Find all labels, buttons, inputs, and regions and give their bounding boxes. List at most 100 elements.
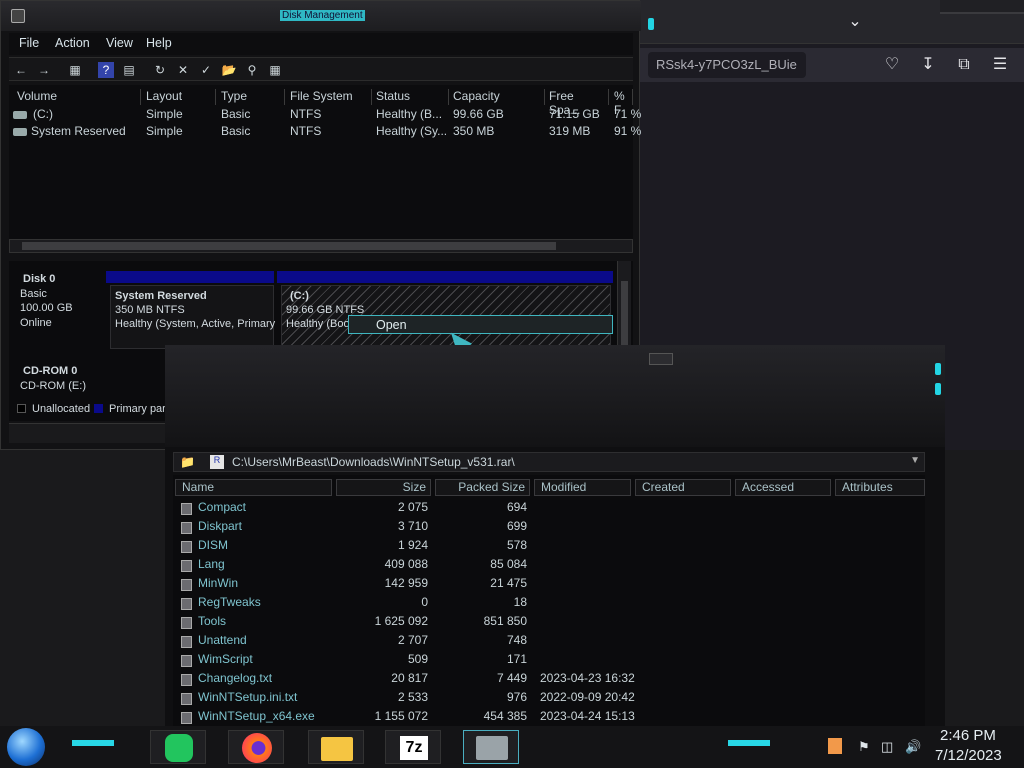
disk0-state: Online (20, 317, 52, 329)
chevron-down-icon[interactable]: ⌄ (845, 12, 865, 32)
file-row[interactable]: Unattend 2 707 748 (173, 633, 925, 652)
cyan-accent (728, 740, 770, 746)
taskbar-firefox[interactable] (228, 730, 284, 764)
taskbar-explorer[interactable] (308, 730, 364, 764)
toolbar: ← → ▦ ? ▤ ↻ ✕ ✓ 📂 ⚲ ▦ (9, 57, 633, 81)
file-row[interactable]: Tools 1 625 092 851 850 (173, 614, 925, 633)
volume-type: Basic (221, 107, 251, 121)
scrollbar-thumb[interactable] (621, 281, 628, 346)
clock-date[interactable]: 7/12/2023 (935, 747, 1002, 764)
extensions-icon[interactable]: ⧉ (954, 55, 974, 75)
drive-icon (13, 111, 27, 119)
taskbar-notes-app[interactable] (150, 730, 206, 764)
volume-free: 71.15 GB (549, 107, 600, 121)
folder-up-icon[interactable]: 📁 (180, 455, 195, 469)
file-row[interactable]: Diskpart 3 710 699 (173, 519, 925, 538)
col-filesystem[interactable]: File System (286, 89, 372, 105)
address-bar[interactable]: 📁 R C:\Users\MrBeast\Downloads\WinNTSetu… (173, 452, 925, 472)
file-size: 2 075 (397, 500, 428, 514)
file-row[interactable]: Changelog.txt 20 817 7 449 2023-04-23 16:32 (173, 671, 925, 690)
title-bar[interactable]: Disk Management (1, 1, 641, 31)
settings-icon[interactable]: ▦ (267, 62, 283, 78)
file-row[interactable]: DISM 1 924 578 (173, 538, 925, 557)
taskbar: 7z (0, 726, 1024, 768)
col-name[interactable]: Name (175, 479, 332, 496)
file-row[interactable]: MinWin 142 959 21 475 (173, 576, 925, 595)
col-free-space[interactable]: Free Spa... (545, 89, 609, 117)
browser-tabbar: ⌄ (640, 0, 1024, 44)
col-modified[interactable]: Modified (534, 479, 631, 496)
back-icon[interactable]: ← (13, 62, 29, 78)
col-status[interactable]: Status (372, 89, 449, 105)
file-name: MinWin (198, 576, 239, 590)
cdrom-name: CD-ROM 0 (23, 365, 78, 377)
volume-free: 319 MB (549, 124, 591, 138)
archive-window: 📁 R C:\Users\MrBeast\Downloads\WinNTSetu… (165, 345, 945, 730)
url-field[interactable]: RSsk4-y7PCO3zL_BUie (648, 52, 806, 78)
window-frame-deco (940, 0, 1024, 14)
file-row[interactable]: WimScript 509 171 (173, 652, 925, 671)
open-icon[interactable]: 📂 (221, 62, 237, 78)
download-icon[interactable]: ↧ (918, 55, 938, 75)
file-icon (181, 503, 192, 515)
properties-icon[interactable]: ▤ (121, 62, 137, 78)
col-capacity[interactable]: Capacity (449, 89, 545, 105)
partition-size: 350 MB NTFS (115, 304, 185, 316)
tray-app-icon[interactable] (828, 738, 842, 754)
menu-icon[interactable]: ☰ (990, 55, 1010, 75)
menu-action[interactable]: Action (55, 36, 90, 50)
file-name: WinNTSetup.ini.txt (198, 690, 298, 704)
help-icon[interactable]: ? (98, 62, 114, 78)
file-row[interactable]: Lang 409 088 85 084 (173, 557, 925, 576)
file-name: Diskpart (198, 519, 243, 533)
col-size[interactable]: Size (336, 479, 431, 496)
console-tree-icon[interactable]: ▦ (67, 62, 83, 78)
delete-icon[interactable]: ✕ (175, 62, 191, 78)
clock-time[interactable]: 2:46 PM (940, 727, 996, 744)
volume-list: Volume Layout Type File System Status Ca… (9, 85, 641, 239)
menu-view[interactable]: View (106, 36, 133, 50)
file-size: 2 533 (397, 690, 428, 704)
col-attributes[interactable]: Attributes (835, 479, 925, 496)
horizontal-scrollbar[interactable] (9, 239, 633, 253)
check-icon[interactable]: ✓ (198, 62, 214, 78)
col-created[interactable]: Created (635, 479, 731, 496)
file-size: 409 088 (384, 557, 428, 571)
disk0-size: 100.00 GB (20, 302, 73, 314)
volume-icon[interactable]: 🔊 (905, 739, 921, 755)
context-open[interactable]: Open (376, 318, 407, 332)
scrollbar-thumb[interactable] (22, 242, 556, 250)
col-type[interactable]: Type (217, 89, 285, 105)
forward-icon[interactable]: → (36, 62, 52, 78)
file-list: Name Size Packed Size Modified Created A… (173, 475, 925, 729)
taskbar-disk-management[interactable] (463, 730, 519, 764)
file-packed-size: 694 (506, 500, 527, 514)
col-packed-size[interactable]: Packed Size (435, 479, 530, 496)
menu-help[interactable]: Help (146, 36, 172, 50)
col-layout[interactable]: Layout (142, 89, 216, 105)
col-percent-free[interactable]: % F (610, 89, 633, 117)
file-size: 1 625 092 (374, 614, 428, 628)
volume-row[interactable]: (C:) Simple Basic NTFS Healthy (B... 99.… (9, 107, 641, 124)
partition-system-reserved[interactable]: System Reserved 350 MB NTFS Healthy (Sys… (110, 285, 275, 349)
pocket-icon[interactable]: ♡ (882, 55, 902, 75)
partition-name: System Reserved (115, 290, 207, 302)
flag-icon[interactable]: ⚑ (858, 739, 870, 755)
network-icon[interactable]: ◫ (881, 739, 893, 755)
start-orb-icon[interactable] (7, 728, 45, 766)
file-name: Tools (198, 614, 227, 628)
menu-file[interactable]: File (19, 36, 39, 50)
taskbar-7zip[interactable]: 7z (385, 730, 441, 764)
col-volume[interactable]: Volume (13, 89, 141, 105)
file-row[interactable]: WinNTSetup.ini.txt 2 533 976 2022-09-09 20:… (173, 690, 925, 709)
refresh-icon[interactable]: ↻ (152, 62, 168, 78)
archive-path[interactable]: C:\Users\MrBeast\Downloads\WinNTSetup_v5… (232, 455, 515, 469)
volume-pct: 71 % (614, 107, 642, 121)
search-icon[interactable]: ⚲ (244, 62, 260, 78)
volume-row[interactable]: System Reserved Simple Basic NTFS Health… (9, 124, 641, 141)
file-packed-size: 578 (506, 538, 527, 552)
col-accessed[interactable]: Accessed (735, 479, 831, 496)
file-row[interactable]: Compact 2 075 694 (173, 500, 925, 519)
file-row[interactable]: RegTweaks 0 18 (173, 595, 925, 614)
dropdown-icon[interactable]: ▼ (910, 455, 920, 466)
